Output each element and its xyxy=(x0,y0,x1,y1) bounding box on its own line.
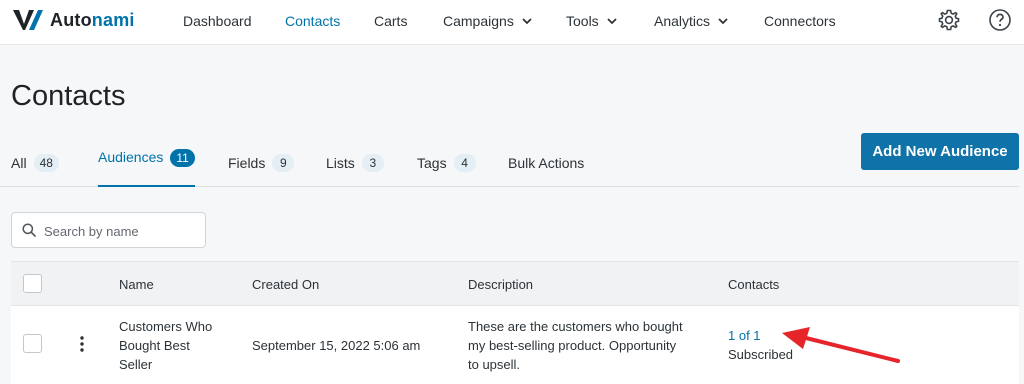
annotation-arrow-icon xyxy=(782,327,900,363)
table-header: Name Created On Description Contacts xyxy=(11,261,1019,306)
chevron-down-icon xyxy=(522,18,532,25)
tab-lists-label: Lists xyxy=(326,154,355,171)
row-checkbox[interactable] xyxy=(23,334,42,353)
autonami-logo-icon xyxy=(13,10,43,30)
tab-fields[interactable]: Fields 9 xyxy=(228,149,295,176)
nav-contacts-label: Contacts xyxy=(285,13,341,29)
select-all-checkbox[interactable] xyxy=(23,274,42,293)
search-input[interactable] xyxy=(42,219,204,243)
tab-bulk-actions-label: Bulk Actions xyxy=(508,154,585,171)
help-icon[interactable] xyxy=(988,8,1012,32)
tab-audiences[interactable]: Audiences 11 xyxy=(98,149,195,187)
nav-campaigns-label: Campaigns xyxy=(443,13,514,29)
nav-tools-label: Tools xyxy=(566,13,599,29)
nav-connectors[interactable]: Connectors xyxy=(764,13,836,29)
nav-connectors-label: Connectors xyxy=(764,13,836,29)
column-header-contacts[interactable]: Contacts xyxy=(728,277,779,292)
page-title: Contacts xyxy=(11,80,126,112)
created-on-value: September 15, 2022 5:06 am xyxy=(252,338,421,353)
brand-name: Autonami xyxy=(50,10,135,31)
brand-name-part-a: Auto xyxy=(50,9,92,30)
brand-name-part-b: nami xyxy=(91,9,135,30)
brand-logo[interactable]: Autonami xyxy=(12,8,135,32)
tab-tags[interactable]: Tags 4 xyxy=(417,149,476,176)
audience-name-line: Customers Who xyxy=(119,319,213,334)
search-icon xyxy=(22,223,36,237)
nav-dashboard-label: Dashboard xyxy=(183,13,252,29)
tab-lists-count-badge: 3 xyxy=(361,153,384,172)
nav-carts[interactable]: Carts xyxy=(374,13,407,29)
audience-description: These are the customers who bought my be… xyxy=(468,317,708,374)
audience-name-line: Seller xyxy=(119,357,153,372)
audience-name-line: Bought Best xyxy=(119,338,190,353)
top-navigation: Autonami Dashboard Contacts Carts Campai… xyxy=(0,0,1024,45)
nav-campaigns[interactable]: Campaigns xyxy=(443,13,532,29)
chevron-down-icon xyxy=(718,18,728,25)
nav-tools[interactable]: Tools xyxy=(566,13,617,29)
tab-tags-count-badge: 4 xyxy=(453,153,476,172)
chevron-down-icon xyxy=(607,18,617,25)
tab-audiences-label: Audiences xyxy=(98,149,164,165)
audience-name[interactable]: Customers Who Bought Best Seller xyxy=(119,317,239,374)
description-line: my best-selling product. Opportunity xyxy=(468,338,677,353)
tab-all-label: All xyxy=(11,154,27,171)
tab-fields-label: Fields xyxy=(228,154,266,171)
search-box[interactable] xyxy=(11,212,206,248)
column-header-created-on[interactable]: Created On xyxy=(252,277,319,292)
nav-analytics-label: Analytics xyxy=(654,13,711,29)
nav-analytics[interactable]: Analytics xyxy=(654,13,728,29)
tab-bulk-actions[interactable]: Bulk Actions xyxy=(508,149,584,176)
description-line: These are the customers who bought xyxy=(468,319,683,334)
tab-tags-label: Tags xyxy=(417,154,447,171)
tab-audiences-count-badge: 11 xyxy=(170,149,195,167)
nav-carts-label: Carts xyxy=(374,13,408,29)
tab-all[interactable]: All 48 xyxy=(11,149,59,176)
tab-lists[interactable]: Lists 3 xyxy=(326,149,384,176)
nav-dashboard[interactable]: Dashboard xyxy=(183,13,252,29)
tab-fields-count-badge: 9 xyxy=(272,153,295,172)
column-header-description[interactable]: Description xyxy=(468,277,533,292)
more-options-icon[interactable] xyxy=(77,335,87,353)
add-new-audience-button[interactable]: Add New Audience xyxy=(861,133,1019,170)
column-header-name[interactable]: Name xyxy=(119,277,154,292)
description-line: to upsell. xyxy=(468,357,521,372)
gear-icon[interactable] xyxy=(937,8,961,32)
tab-all-count-badge: 48 xyxy=(33,153,59,172)
nav-contacts[interactable]: Contacts xyxy=(285,13,340,29)
